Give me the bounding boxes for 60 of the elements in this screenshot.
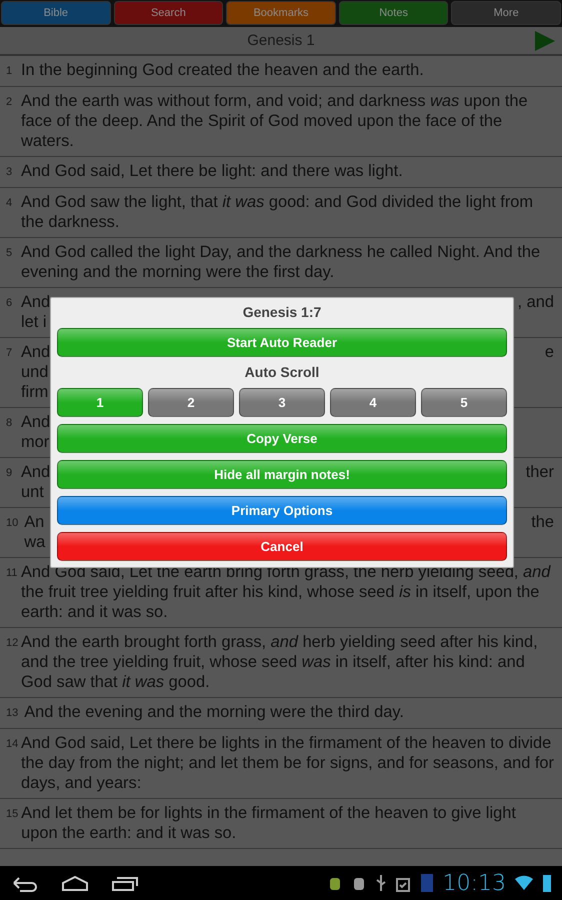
auto-scroll-label: Auto Scroll <box>244 364 320 381</box>
dialog-button[interactable]: Hide all margin notes! <box>57 460 507 489</box>
battery-icon <box>542 873 552 893</box>
nav-tab[interactable]: Search <box>114 1 224 25</box>
verse-text: ther <box>526 462 554 482</box>
verse-text: let i <box>21 312 47 332</box>
verse-number: 15 <box>6 807 16 822</box>
play-icon[interactable] <box>534 30 556 52</box>
speed-button[interactable]: 4 <box>330 388 416 417</box>
verse-number: 13 <box>6 706 18 721</box>
speed-button[interactable]: 2 <box>148 388 234 417</box>
speed-button[interactable]: 5 <box>421 388 507 417</box>
verse-text: And God said, Let there be lights in the firmament of the heaven to divide the day from the night; and let them be for signs, and for seasons, and for days, and years: <box>21 733 554 793</box>
nav-tab[interactable]: Bible <box>1 1 111 25</box>
verse-text: , and <box>518 292 554 312</box>
verse-text: And the evening and the morning were the third day. <box>24 702 404 723</box>
verse-text: unt <box>21 482 44 502</box>
dialog-button[interactable]: Primary Options <box>57 496 507 525</box>
verse-number: 9 <box>6 466 14 481</box>
verse-text: And <box>21 342 50 362</box>
speed-button[interactable]: 1 <box>57 388 143 417</box>
verse-text: And the earth was without form, and void; and darkness was upon the face of the deep. And the Spirit of God moved upon the face of the waters. <box>21 91 529 151</box>
verse-text: wa <box>24 532 46 552</box>
verse-number: 7 <box>6 346 14 361</box>
verse-number: 3 <box>6 165 14 180</box>
verse-text: In the beginning God created the heaven and the earth. <box>21 60 424 81</box>
verse-text: And God said, Let there be light: and there was light. <box>21 161 403 182</box>
dialog-button[interactable]: Copy Verse <box>57 424 507 453</box>
verse-text: und <box>21 362 48 382</box>
verse-text: And <box>21 292 50 312</box>
chapter-title: Genesis 1 <box>247 32 315 49</box>
home-icon <box>60 873 90 893</box>
verse-number: 2 <box>6 95 14 110</box>
verse-text: An <box>24 512 44 532</box>
start-auto-reader-button[interactable]: Start Auto Reader <box>57 328 507 357</box>
speed-button[interactable]: 3 <box>239 388 325 417</box>
verse-number: 8 <box>6 416 14 431</box>
verse-text: And God saw the light, that it was good: and God divided the light from the darkness. <box>21 192 534 232</box>
verse-text: And <box>21 412 50 432</box>
verse-text: And the earth brought forth grass, and herb yielding seed after his kind, and the tree yielding fruit, whose seed was in itself, after his kind: and God saw that it was good. <box>21 632 539 692</box>
verse-number: 6 <box>6 296 14 311</box>
verse-number: 10 <box>6 516 18 531</box>
dialog-button[interactable]: Cancel <box>57 532 507 561</box>
clock-time: 10:13 <box>442 870 506 896</box>
nav-tab[interactable]: Notes <box>338 1 448 25</box>
verse-text: And let them be for lights in the firmament of the heaven to give light upon the earth: and it was so. <box>21 803 517 843</box>
verse-number: 11 <box>6 566 15 581</box>
nav-tab[interactable]: More <box>451 1 561 25</box>
verse-number: 4 <box>6 196 14 211</box>
verse-text: firm <box>21 382 48 402</box>
verse-text: And <box>21 462 50 482</box>
nav-tab[interactable]: Bookmarks <box>226 1 336 25</box>
verse-number: 5 <box>6 246 14 261</box>
dialog-title: Genesis 1:7 <box>242 304 322 321</box>
verse-text: e <box>544 342 554 362</box>
verse-text: mor <box>21 432 50 452</box>
verse-number: 1 <box>6 64 14 79</box>
verse-text: And God called the light Day, and the darkness he called Night. And the evening and the morning were the first day. <box>21 242 542 282</box>
verse-text: the <box>531 512 554 532</box>
usb-icon <box>374 873 387 893</box>
